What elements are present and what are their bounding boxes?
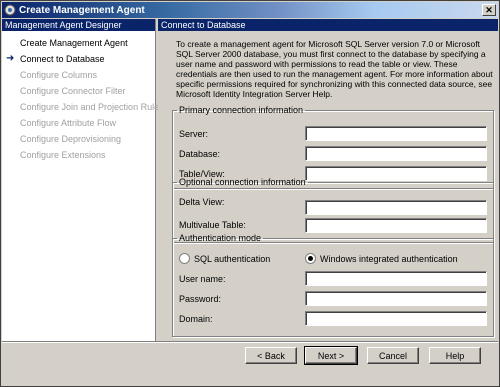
sql-auth-option[interactable]: SQL authentication: [179, 253, 270, 264]
primary-connection-legend: Primary connection information: [179, 105, 304, 115]
selected-dot-icon: [308, 256, 313, 261]
button-separator: [2, 341, 498, 343]
windows-auth-radio[interactable]: [305, 253, 316, 264]
step-label: Configure Connector Filter: [20, 86, 126, 96]
windows-auth-option[interactable]: Windows integrated authentication: [305, 253, 458, 264]
sql-auth-radio[interactable]: [179, 253, 190, 264]
windows-auth-label: Windows integrated authentication: [320, 253, 458, 264]
step-label: Create Management Agent: [20, 38, 128, 48]
sql-auth-label: SQL authentication: [194, 253, 271, 264]
multivalue-table-label: Multivalue Table:: [179, 220, 246, 230]
app-icon: [4, 4, 16, 16]
delta-view-label: Delta View:: [179, 197, 225, 207]
database-input[interactable]: [305, 146, 487, 161]
cancel-button[interactable]: Cancel: [367, 347, 419, 364]
sidebar-item-connect-to-database[interactable]: ➜ Connect to Database: [2, 51, 155, 67]
sidebar-item-configure-join-projection: Configure Join and Projection Rules: [2, 99, 164, 115]
sidebar-header: Management Agent Designer: [2, 19, 155, 31]
username-input[interactable]: [305, 271, 487, 286]
step-label: Connect to Database: [20, 54, 105, 64]
optional-connection-legend: Optional connection information: [179, 177, 306, 187]
create-management-agent-window: Create Management Agent ✕ Management Age…: [0, 0, 500, 387]
sidebar-item-configure-columns: Configure Columns: [2, 67, 155, 83]
page-title: Connect to Database: [158, 19, 498, 31]
sidebar-item-configure-deprovisioning: Configure Deprovisioning: [2, 131, 155, 147]
multivalue-table-input[interactable]: [305, 218, 487, 233]
server-input[interactable]: [305, 126, 487, 141]
sidebar-item-configure-extensions: Configure Extensions: [2, 147, 155, 163]
password-label: Password:: [179, 294, 222, 304]
database-label: Database:: [179, 149, 221, 159]
authentication-legend: Authentication mode: [179, 233, 262, 243]
back-button[interactable]: < Back: [245, 347, 297, 364]
title-bar: Create Management Agent ✕: [2, 2, 498, 18]
wizard-steps: Create Management Agent ➜ Connect to Data…: [2, 35, 164, 163]
step-label: Configure Deprovisioning: [20, 134, 122, 144]
sidebar-item-configure-attribute-flow: Configure Attribute Flow: [2, 115, 155, 131]
step-label: Configure Columns: [20, 70, 98, 80]
help-button[interactable]: Help: [429, 347, 481, 364]
server-label: Server:: [179, 129, 209, 139]
intro-text: To create a management agent for Microso…: [176, 39, 493, 99]
step-label: Configure Attribute Flow: [20, 118, 117, 128]
step-label: Configure Join and Projection Rules: [20, 102, 164, 112]
current-step-arrow-icon: ➜: [6, 53, 15, 64]
next-button[interactable]: Next >: [304, 346, 358, 365]
delta-view-input[interactable]: [305, 200, 487, 215]
authentication-group: Authentication mode SQL authentication W…: [172, 233, 494, 337]
sidebar-item-configure-connector-filter: Configure Connector Filter: [2, 83, 155, 99]
username-label: User name:: [179, 274, 226, 284]
main-content: Connect to Database To create a manageme…: [158, 19, 498, 341]
close-button[interactable]: ✕: [482, 4, 496, 16]
password-input[interactable]: [305, 291, 487, 306]
domain-input[interactable]: [305, 311, 487, 326]
sidebar-item-create-management-agent[interactable]: Create Management Agent: [2, 35, 155, 51]
step-label: Configure Extensions: [20, 150, 106, 160]
close-icon: ✕: [485, 5, 493, 15]
domain-label: Domain:: [179, 314, 213, 324]
sidebar: Management Agent Designer Create Managem…: [2, 19, 164, 341]
window-title: Create Management Agent: [19, 4, 145, 16]
